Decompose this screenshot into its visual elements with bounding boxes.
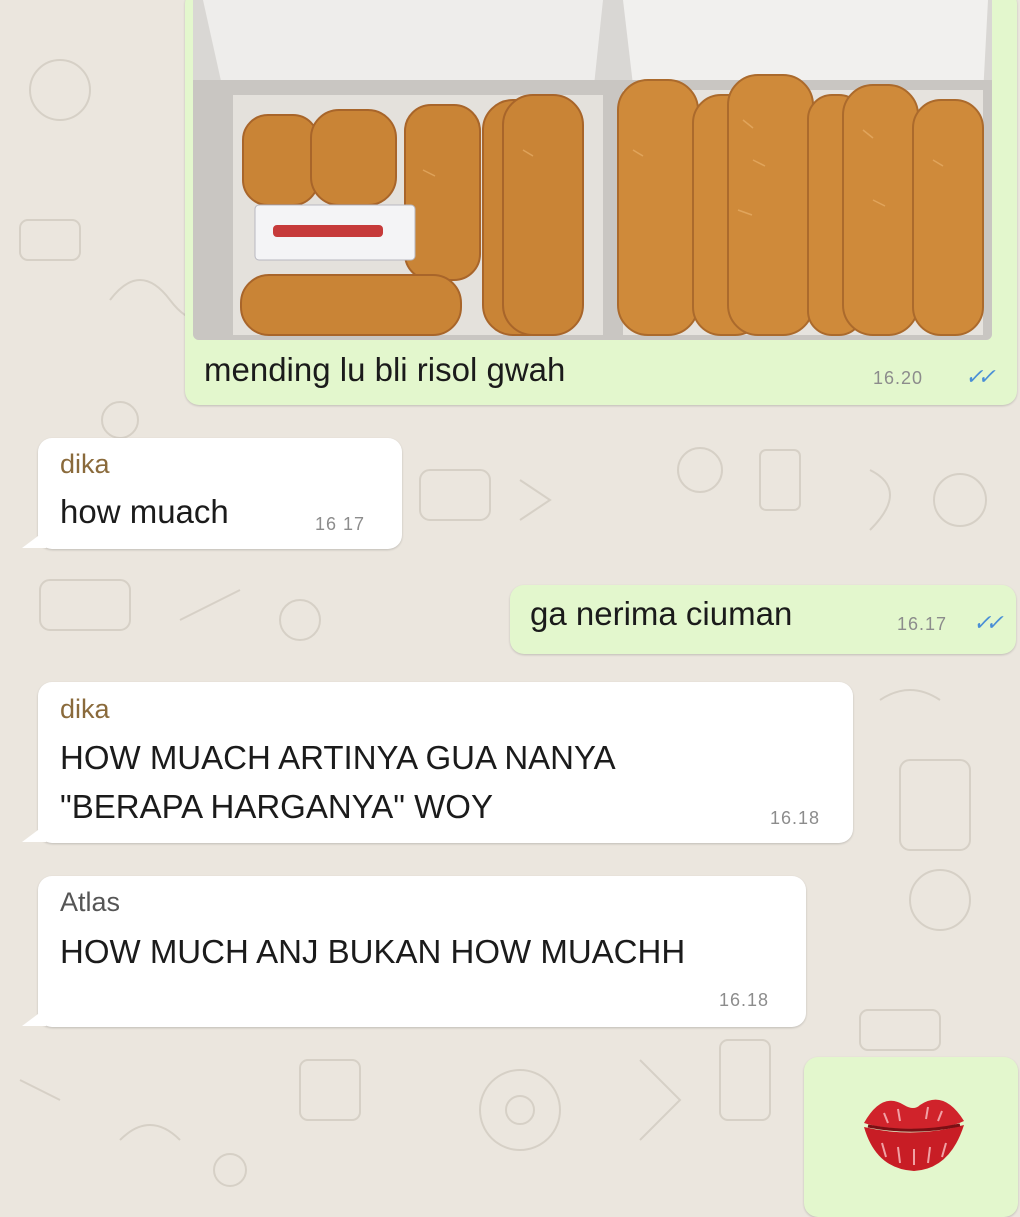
message-time: 16.18 bbox=[770, 808, 821, 828]
sender-name: dika bbox=[60, 449, 110, 479]
risol-box-photo[interactable] bbox=[193, 0, 992, 340]
kiss-lips-icon bbox=[864, 1099, 964, 1171]
bubble-tail bbox=[22, 824, 46, 842]
sender-name: Atlas bbox=[60, 887, 121, 917]
message-text: ga nerima ciuman bbox=[530, 595, 793, 632]
message-time: 16.17 bbox=[897, 614, 948, 634]
message-text: HOW MUCH ANJ BUKAN HOW MUACHH bbox=[60, 933, 686, 970]
message-time: 16.20 bbox=[873, 368, 924, 388]
bubble-tail bbox=[22, 530, 46, 548]
image-caption: mending lu bli risol gwah bbox=[204, 351, 566, 388]
read-ticks-icon: ✓✓ bbox=[973, 610, 1004, 635]
message-text-line-2: "BERAPA HARGANYA" WOY bbox=[60, 788, 493, 825]
message-time: 16 17 bbox=[315, 514, 366, 534]
bubble-tail bbox=[22, 1008, 46, 1026]
message-time: 16.18 bbox=[719, 990, 770, 1010]
message-text-line-1: HOW MUACH ARTINYA GUA NANYA bbox=[60, 739, 616, 776]
read-ticks-icon: ✓✓ bbox=[965, 364, 996, 389]
sender-name: dika bbox=[60, 694, 110, 724]
message-text: how muach bbox=[60, 493, 229, 530]
